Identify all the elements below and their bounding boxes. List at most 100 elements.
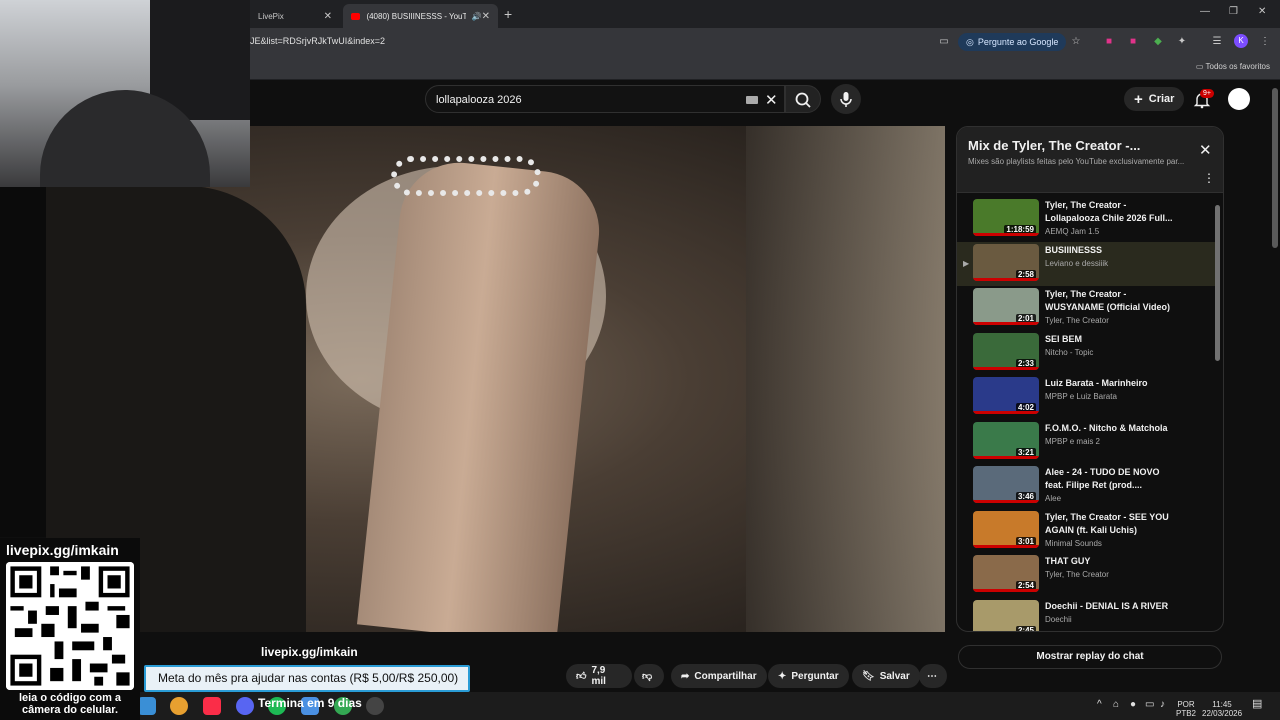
voice-search-button[interactable]: [831, 84, 861, 114]
tab-livepix[interactable]: LivePix ✕: [250, 4, 340, 28]
video-meta: Alee - 24 - TUDO DE NOVO feat. Filipe Re…: [1045, 466, 1180, 503]
channel-name[interactable]: Tyler, The Creator: [1045, 316, 1180, 325]
video-title[interactable]: Tyler, The Creator - SEE YOU AGAIN (ft. …: [1045, 511, 1180, 537]
restore-icon[interactable]: ❐: [1229, 6, 1238, 17]
kebab-menu-icon[interactable]: ⋮: [1258, 35, 1272, 49]
close-icon[interactable]: ✕: [482, 11, 490, 22]
save-button[interactable]: 🔖︎ Salvar: [852, 664, 920, 688]
video-thumbnail[interactable]: 2:33: [973, 332, 1039, 370]
video-title[interactable]: Alee - 24 - TUDO DE NOVO feat. Filipe Re…: [1045, 466, 1180, 492]
close-window-icon[interactable]: ✕: [1258, 6, 1266, 17]
video-title[interactable]: Tyler, The Creator - WUSYANAME (Official…: [1045, 288, 1180, 314]
music-icon[interactable]: [203, 697, 221, 715]
video-thumbnail[interactable]: 3:21: [973, 421, 1039, 459]
search-button[interactable]: [785, 85, 821, 113]
video-thumbnail[interactable]: 3:46: [973, 466, 1039, 503]
keyboard-icon[interactable]: [746, 96, 758, 104]
playlist-item[interactable]: 2:01 Tyler, The Creator - WUSYANAME (Offi…: [957, 286, 1215, 331]
playlist-item[interactable]: ▶ 2:58 BUSIIINESSS Leviano e dessiiik: [957, 241, 1215, 286]
mic-icon[interactable]: ●: [1130, 700, 1136, 710]
video-title[interactable]: Doechii - DENIAL IS A RIVER: [1045, 600, 1180, 613]
channel-name[interactable]: MPBP e mais 2: [1045, 437, 1180, 446]
extension-icon[interactable]: ◆: [1151, 35, 1165, 49]
network-icon[interactable]: ⌂: [1113, 700, 1119, 710]
new-tab-button[interactable]: +: [504, 6, 512, 22]
qr-caption: leia o código com a câmera do celular.: [4, 692, 136, 716]
video-thumbnail[interactable]: 4:02: [973, 377, 1039, 414]
watch-progress: [973, 455, 1039, 459]
all-bookmarks-link[interactable]: ▭ Todos os favoritos: [1196, 62, 1270, 71]
show-chat-replay-button[interactable]: Mostrar replay do chat: [958, 645, 1222, 669]
tab-search-icon[interactable]: ☰: [1210, 35, 1224, 49]
profile-avatar[interactable]: K: [1234, 34, 1248, 48]
video-title[interactable]: THAT GUY: [1045, 555, 1180, 568]
video-thumbnail[interactable]: 2:45: [973, 599, 1039, 631]
more-icon[interactable]: ⋮: [1203, 171, 1215, 185]
extension-icon[interactable]: ■: [1102, 35, 1116, 49]
video-title[interactable]: SEI BEM: [1045, 333, 1180, 346]
playlist-item[interactable]: 4:02 Luiz Barata - Marinheiro MPBP e Luiz …: [957, 375, 1215, 420]
channel-name[interactable]: AEMQ Jam 1.5: [1045, 227, 1180, 236]
video-thumbnail[interactable]: 2:58: [973, 243, 1039, 281]
video-title[interactable]: BUSIIINESSS: [1045, 244, 1180, 257]
ask-button[interactable]: ✦ Perguntar: [768, 664, 849, 688]
more-actions-button[interactable]: ⋯: [919, 664, 947, 688]
cast-icon[interactable]: ▭: [937, 35, 951, 49]
wifi-icon[interactable]: ▭: [1145, 700, 1154, 710]
video-thumbnail[interactable]: 1:18:59: [973, 199, 1039, 236]
video-title[interactable]: Luiz Barata - Marinheiro: [1045, 377, 1180, 390]
like-button[interactable]: 👍︎ 7,9 mil: [566, 664, 632, 688]
playlist-scrollbar[interactable]: [1215, 205, 1220, 361]
store-icon[interactable]: [138, 697, 156, 715]
dislike-button[interactable]: 👎︎: [634, 664, 664, 688]
create-button[interactable]: + Criar: [1124, 87, 1185, 111]
video-thumbnail[interactable]: 3:01: [973, 510, 1039, 548]
video-thumbnail[interactable]: 2:01: [973, 288, 1039, 325]
video-title[interactable]: Tyler, The Creator - Lollapalooza Chile …: [1045, 199, 1180, 225]
video-meta: Doechii - DENIAL IS A RIVER Doechii: [1045, 600, 1180, 624]
extensions-puzzle-icon[interactable]: ✦: [1175, 35, 1189, 49]
discord-icon[interactable]: [236, 697, 254, 715]
page-scrollbar[interactable]: [1272, 88, 1278, 248]
obs-icon[interactable]: [366, 697, 384, 715]
search-input[interactable]: lollapalooza 2026 ✕: [425, 85, 785, 113]
clock[interactable]: 11:45 22/03/2026: [1202, 700, 1242, 718]
star-icon[interactable]: ☆: [1069, 35, 1083, 49]
playlist-title[interactable]: Mix de Tyler, The Creator -...: [968, 138, 1140, 153]
video-player[interactable]: [46, 126, 945, 632]
playlist-item[interactable]: 3:21 F.O.M.O. - Nitcho & Matchola MPBP e m…: [957, 420, 1215, 465]
channel-name[interactable]: Nitcho - Topic: [1045, 348, 1180, 357]
close-icon[interactable]: ✕: [324, 11, 332, 22]
speaker-icon[interactable]: 🔊: [472, 12, 482, 21]
video-title[interactable]: F.O.M.O. - Nitcho & Matchola: [1045, 422, 1180, 435]
clear-search-icon[interactable]: ✕: [765, 91, 778, 109]
minimize-icon[interactable]: —: [1200, 6, 1210, 17]
ask-google-button[interactable]: ◎ Pergunte ao Google: [958, 33, 1067, 51]
channel-name[interactable]: Alee: [1045, 494, 1180, 503]
channel-name[interactable]: Tyler, The Creator: [1045, 570, 1180, 579]
channel-name[interactable]: MPBP e Luiz Barata: [1045, 392, 1180, 401]
now-playing-icon: ▶: [963, 258, 970, 268]
share-button[interactable]: ➦ Compartilhar: [671, 664, 767, 688]
channel-name[interactable]: Doechii: [1045, 615, 1180, 624]
chevron-up-icon[interactable]: ^: [1097, 700, 1102, 710]
playlist-panel: Mix de Tyler, The Creator -... Mixes são…: [956, 126, 1224, 632]
playlist-item[interactable]: 2:33 SEI BEM Nitcho - Topic: [957, 331, 1215, 376]
avatar[interactable]: [1228, 88, 1250, 110]
playlist-item[interactable]: 3:46 Alee - 24 - TUDO DE NOVO feat. Filip…: [957, 464, 1215, 509]
channel-name[interactable]: Minimal Sounds: [1045, 539, 1180, 548]
channel-name[interactable]: Leviano e dessiiik: [1045, 259, 1180, 268]
close-icon[interactable]: ✕: [1199, 141, 1212, 159]
video-thumbnail[interactable]: 2:54: [973, 555, 1039, 592]
playlist-item[interactable]: 3:01 Tyler, The Creator - SEE YOU AGAIN (…: [957, 509, 1215, 554]
address-bar[interactable]: JE&list=RDSrjvRJkTwUI&index=2: [250, 36, 385, 46]
notifications-icon[interactable]: ▤: [1252, 699, 1262, 710]
brave-icon[interactable]: [170, 697, 188, 715]
language-indicator[interactable]: POR PTB2: [1176, 700, 1196, 718]
extension-icon[interactable]: ■: [1126, 35, 1140, 49]
playlist-item[interactable]: 2:54 THAT GUY Tyler, The Creator: [957, 553, 1215, 598]
tab-youtube[interactable]: (4080) BUSIIINESSS - YouTu 🔊 ✕: [343, 4, 498, 28]
volume-icon[interactable]: ♪: [1160, 700, 1165, 710]
playlist-item[interactable]: 1:18:59 Tyler, The Creator - Lollapalooza…: [957, 197, 1215, 242]
playlist-item[interactable]: 2:45 Doechii - DENIAL IS A RIVER Doechii: [957, 598, 1215, 631]
